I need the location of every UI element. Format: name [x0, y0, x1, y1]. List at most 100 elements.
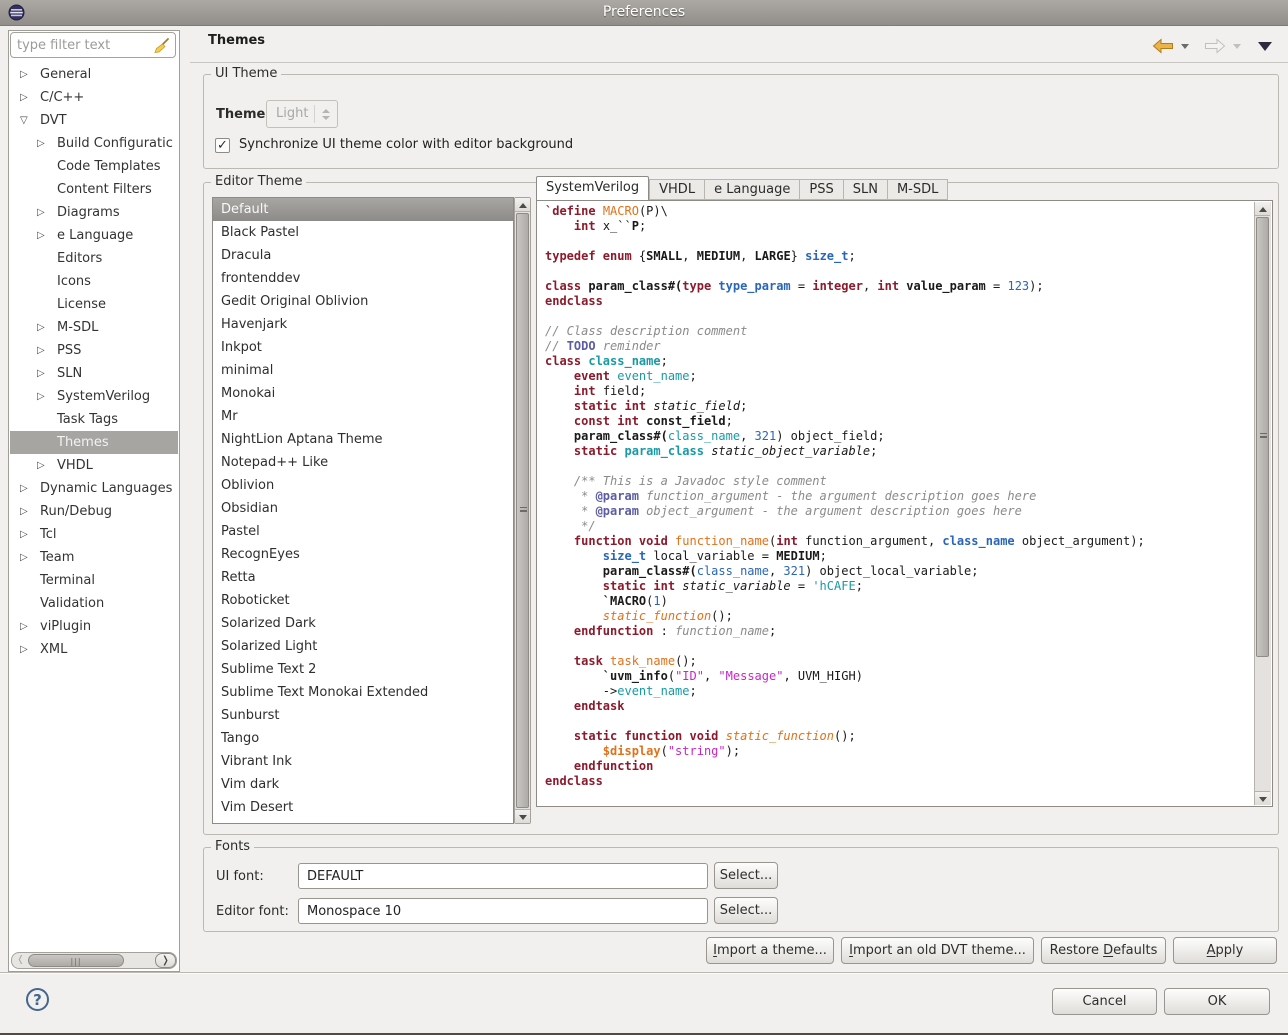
tree-item-dynamic-languages[interactable]: ▷Dynamic Languages — [10, 477, 178, 500]
theme-list-item-minimal[interactable]: minimal — [213, 359, 513, 382]
theme-list-item-sublime-text-monokai-extended[interactable]: Sublime Text Monokai Extended — [213, 681, 513, 704]
expand-arrow-icon[interactable]: ▷ — [20, 63, 28, 86]
tree-item-editors[interactable]: Editors — [10, 247, 178, 270]
tree-item-systemverilog[interactable]: ▷SystemVerilog — [10, 385, 178, 408]
collapse-arrow-icon[interactable]: ▽ — [20, 109, 28, 132]
theme-list-item-mr[interactable]: Mr — [213, 405, 513, 428]
restore-defaults-button[interactable]: Restore Defaults — [1041, 937, 1166, 964]
theme-list-item-vibrant-ink[interactable]: Vibrant Ink — [213, 750, 513, 773]
theme-list-item-nightlion-aptana-theme[interactable]: NightLion Aptana Theme — [213, 428, 513, 451]
help-button[interactable]: ? — [26, 988, 49, 1011]
theme-list-item-solarized-dark[interactable]: Solarized Dark — [213, 612, 513, 635]
scroll-left-icon[interactable]: ❬ — [14, 955, 27, 966]
expand-arrow-icon[interactable]: ▷ — [20, 477, 28, 500]
tree-item-terminal[interactable]: Terminal — [10, 569, 178, 592]
import-theme-button[interactable]: Import a theme... — [706, 937, 834, 964]
sidebar-horizontal-scrollbar[interactable]: ❬ ||| ❭ — [11, 952, 177, 969]
theme-list-scrollbar[interactable] — [514, 197, 531, 824]
tree-item-license[interactable]: License — [10, 293, 178, 316]
expand-arrow-icon[interactable]: ▷ — [37, 385, 45, 408]
tab-systemverilog[interactable]: SystemVerilog — [536, 176, 649, 200]
tree-item-pss[interactable]: ▷PSS — [10, 339, 178, 362]
tree-item-dvt[interactable]: ▽DVT — [10, 109, 178, 132]
clear-filter-icon[interactable] — [152, 37, 170, 55]
ok-button[interactable]: OK — [1164, 988, 1270, 1015]
scrollbar-thumb[interactable] — [516, 213, 529, 808]
expand-arrow-icon[interactable]: ▷ — [20, 638, 28, 661]
sync-theme-checkbox[interactable]: ✓ — [215, 138, 230, 153]
expand-arrow-icon[interactable]: ▷ — [37, 454, 45, 477]
back-arrow-icon[interactable] — [1152, 38, 1174, 54]
theme-select[interactable]: Light — [266, 100, 338, 128]
tree-item-diagrams[interactable]: ▷Diagrams — [10, 201, 178, 224]
expand-arrow-icon[interactable]: ▷ — [37, 362, 45, 385]
scroll-down-icon[interactable] — [1255, 791, 1270, 805]
theme-list-item-gedit-original-oblivion[interactable]: Gedit Original Oblivion — [213, 290, 513, 313]
theme-list-item-sublime-text-2[interactable]: Sublime Text 2 — [213, 658, 513, 681]
forward-history-chevron-icon[interactable] — [1233, 44, 1241, 49]
tree-item-code-templates[interactable]: Code Templates — [10, 155, 178, 178]
tree-item-xml[interactable]: ▷XML — [10, 638, 178, 661]
theme-list-item-black-pastel[interactable]: Black Pastel — [213, 221, 513, 244]
code-preview-scrollbar[interactable] — [1254, 202, 1271, 805]
ui-font-input[interactable] — [298, 863, 708, 889]
tree-item-viplugin[interactable]: ▷viPlugin — [10, 615, 178, 638]
tab-m-sdl[interactable]: M-SDL — [888, 179, 948, 200]
scrollbar-thumb[interactable]: ||| — [28, 954, 124, 967]
theme-list-item-vim-desert[interactable]: Vim Desert — [213, 796, 513, 819]
theme-list-item-default[interactable]: Default — [213, 198, 513, 221]
expand-arrow-icon[interactable]: ▷ — [37, 316, 45, 339]
apply-button[interactable]: Apply — [1173, 937, 1277, 964]
scrollbar-thumb[interactable] — [1256, 217, 1269, 657]
tree-item-validation[interactable]: Validation — [10, 592, 178, 615]
tree-item-sln[interactable]: ▷SLN — [10, 362, 178, 385]
theme-list-item-vim-dark[interactable]: Vim dark — [213, 773, 513, 796]
theme-list-item-oblivion[interactable]: Oblivion — [213, 474, 513, 497]
theme-list-item-pastel[interactable]: Pastel — [213, 520, 513, 543]
editor-font-input[interactable] — [298, 898, 708, 924]
theme-list-item-roboticket[interactable]: Roboticket — [213, 589, 513, 612]
sync-theme-checkbox-label[interactable]: Synchronize UI theme color with editor b… — [239, 137, 573, 152]
forward-arrow-icon[interactable] — [1204, 38, 1226, 54]
theme-list-item-recogneyes[interactable]: RecognEyes — [213, 543, 513, 566]
scroll-right-icon[interactable]: ❭ — [155, 953, 176, 968]
expand-arrow-icon[interactable]: ▷ — [20, 546, 28, 569]
tab-e-language[interactable]: e Language — [705, 179, 800, 200]
theme-list-item-retta[interactable]: Retta — [213, 566, 513, 589]
theme-list-item-sunburst[interactable]: Sunburst — [213, 704, 513, 727]
tab-vhdl[interactable]: VHDL — [649, 179, 705, 200]
theme-list-item-dracula[interactable]: Dracula — [213, 244, 513, 267]
view-menu-icon[interactable] — [1258, 42, 1272, 51]
tree-item-run-debug[interactable]: ▷Run/Debug — [10, 500, 178, 523]
theme-list-item-monokai[interactable]: Monokai — [213, 382, 513, 405]
expand-arrow-icon[interactable]: ▷ — [20, 500, 28, 523]
theme-list-item-havenjark[interactable]: Havenjark — [213, 313, 513, 336]
tree-item-vhdl[interactable]: ▷VHDL — [10, 454, 178, 477]
expand-arrow-icon[interactable]: ▷ — [37, 339, 45, 362]
tree-item-icons[interactable]: Icons — [10, 270, 178, 293]
theme-list-item-frontenddev[interactable]: frontenddev — [213, 267, 513, 290]
filter-input[interactable] — [17, 36, 147, 54]
import-old-dvt-theme-button[interactable]: Import an old DVT theme... — [841, 937, 1034, 964]
expand-arrow-icon[interactable]: ▷ — [37, 224, 45, 247]
theme-list-item-solarized-light[interactable]: Solarized Light — [213, 635, 513, 658]
expand-arrow-icon[interactable]: ▷ — [37, 201, 45, 224]
tree-item-themes[interactable]: Themes — [10, 431, 178, 454]
tree-item-task-tags[interactable]: Task Tags — [10, 408, 178, 431]
expand-arrow-icon[interactable]: ▷ — [37, 132, 45, 155]
scroll-up-icon[interactable] — [1255, 202, 1270, 216]
theme-list-item-tango[interactable]: Tango — [213, 727, 513, 750]
editor-font-select-button[interactable]: Select... — [714, 897, 778, 924]
tab-pss[interactable]: PSS — [800, 179, 843, 200]
tree-item-team[interactable]: ▷Team — [10, 546, 178, 569]
expand-arrow-icon[interactable]: ▷ — [20, 615, 28, 638]
theme-list-item-obsidian[interactable]: Obsidian — [213, 497, 513, 520]
tree-item-c-c[interactable]: ▷C/C++ — [10, 86, 178, 109]
tree-item-build-configuratic[interactable]: ▷Build Configuratic — [10, 132, 178, 155]
tab-sln[interactable]: SLN — [844, 179, 888, 200]
tree-item-general[interactable]: ▷General — [10, 63, 178, 86]
scroll-up-icon[interactable] — [515, 198, 530, 212]
expand-arrow-icon[interactable]: ▷ — [20, 523, 28, 546]
scroll-down-icon[interactable] — [515, 809, 530, 823]
theme-list-item-notepad-like[interactable]: Notepad++ Like — [213, 451, 513, 474]
